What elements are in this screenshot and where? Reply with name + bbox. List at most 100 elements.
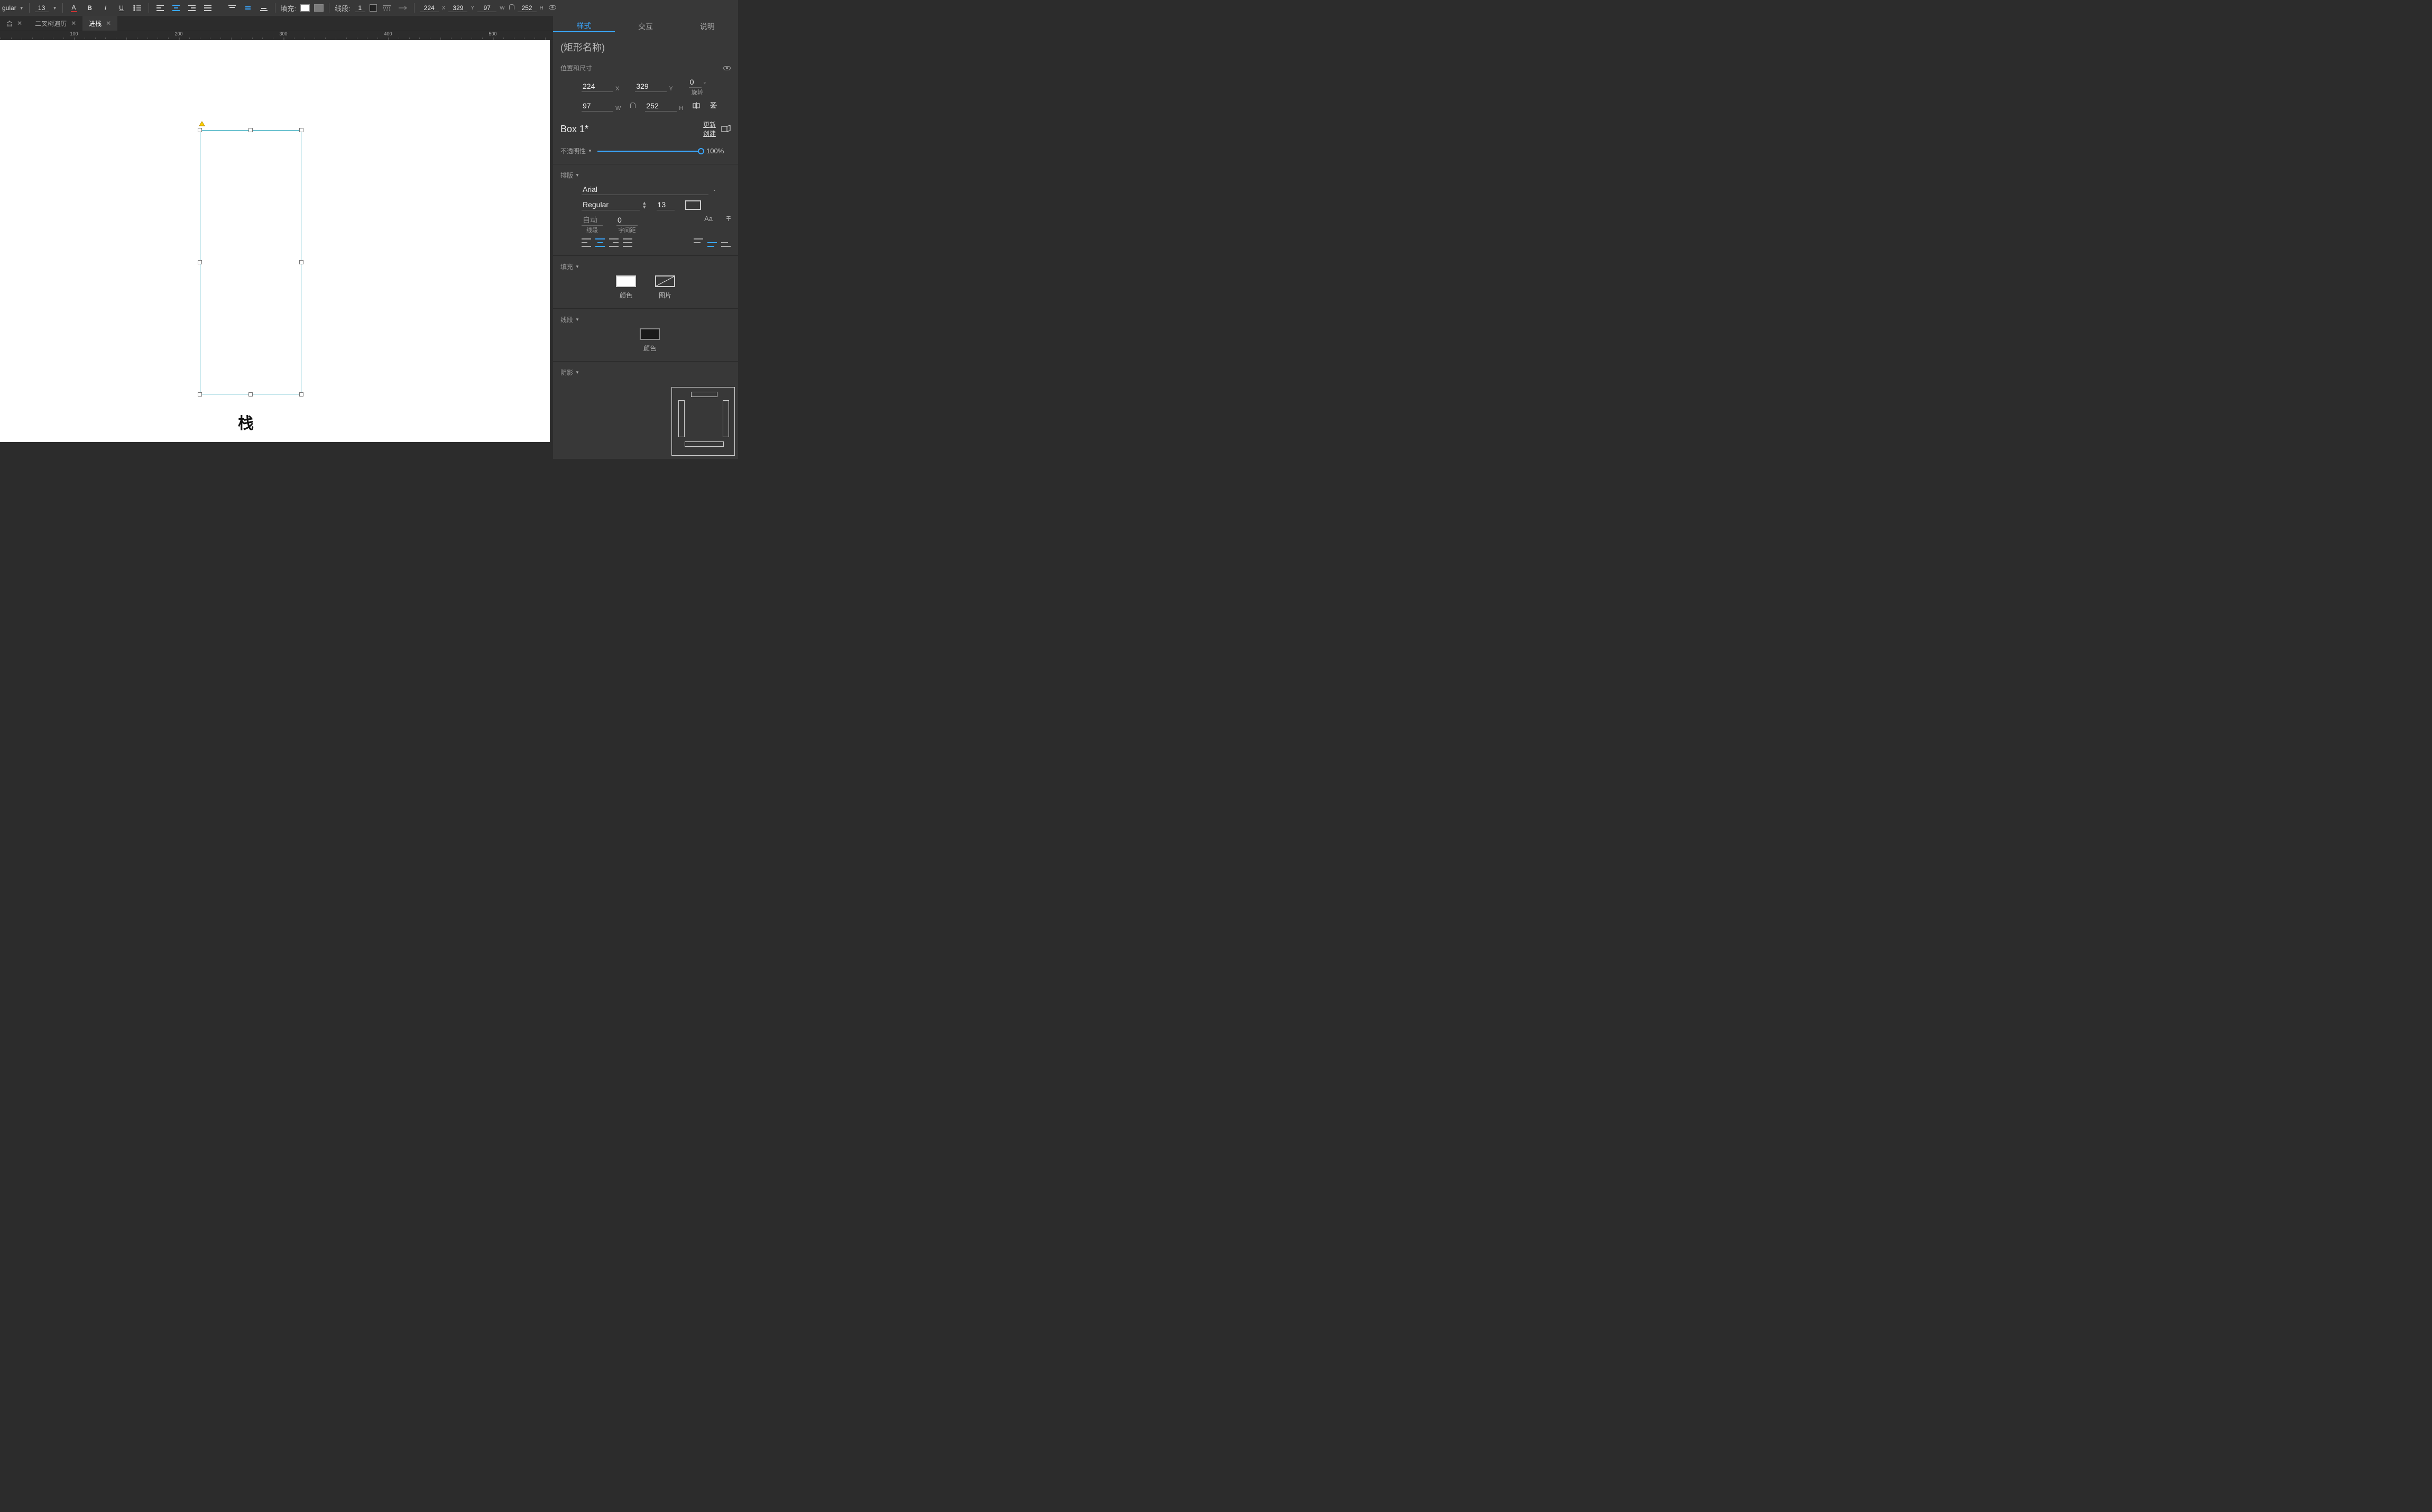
lock-icon[interactable]: [509, 4, 514, 10]
pos-x-input[interactable]: [582, 81, 613, 92]
align-justify-button[interactable]: [202, 2, 214, 14]
text-valign-middle[interactable]: [707, 238, 717, 247]
resize-handle-n[interactable]: [248, 128, 253, 132]
component-update-link[interactable]: 更新: [703, 120, 716, 129]
text-valign-bottom[interactable]: [721, 238, 731, 247]
fill-color-swatch[interactable]: [300, 4, 310, 12]
caret-down-icon[interactable]: ▼: [53, 6, 57, 11]
line-height-label: 线段: [586, 226, 598, 234]
lock-icon[interactable]: [630, 103, 635, 108]
section-shadow: 阴影 ▼: [553, 364, 738, 383]
text-align-right[interactable]: [609, 238, 619, 247]
flip-vertical-button[interactable]: [710, 102, 717, 110]
line-width-input[interactable]: [355, 4, 365, 12]
visibility-toggle[interactable]: [723, 64, 731, 72]
pos-y-input[interactable]: [635, 81, 667, 92]
resize-handle-sw[interactable]: [198, 392, 202, 397]
text-align-left[interactable]: [582, 238, 591, 247]
panel-tab-style[interactable]: 样式: [553, 19, 615, 32]
line-color-swatch[interactable]: [370, 4, 377, 12]
text-align-center[interactable]: [595, 238, 605, 247]
italic-button[interactable]: I: [100, 2, 112, 14]
tab-label: 合: [6, 19, 13, 28]
bullet-list-button[interactable]: [132, 2, 143, 14]
resize-handle-e[interactable]: [299, 260, 303, 264]
canvas-area[interactable]: 栈: [0, 40, 553, 459]
bold-button[interactable]: B: [84, 2, 96, 14]
tab-item[interactable]: 合 ✕: [0, 16, 29, 31]
stepper-icon[interactable]: ▴▾: [643, 201, 646, 209]
slider-knob[interactable]: [698, 148, 704, 154]
component-create-link[interactable]: 创建: [703, 129, 716, 138]
text-valign-top[interactable]: [694, 238, 703, 247]
font-family-select[interactable]: [582, 184, 708, 195]
fill-color-label: 颜色: [616, 291, 636, 300]
strikethrough-button[interactable]: T: [726, 215, 731, 223]
text-box-icon[interactable]: [685, 200, 701, 210]
opacity-slider[interactable]: [597, 151, 701, 152]
caret-down-icon[interactable]: ⌄: [713, 187, 716, 192]
resize-handle-w[interactable]: [198, 260, 202, 264]
letter-spacing-input[interactable]: [616, 215, 638, 226]
close-icon[interactable]: ✕: [17, 20, 22, 27]
text-case-button[interactable]: Aa: [704, 215, 713, 223]
resize-handle-se[interactable]: [299, 392, 303, 397]
font-weight-dropdown[interactable]: gular ▼: [2, 4, 24, 12]
section-title: 线段: [560, 315, 573, 324]
anchor-marker[interactable]: [199, 121, 205, 130]
size-w-input[interactable]: [582, 100, 613, 112]
minimap-overlay[interactable]: [671, 387, 735, 456]
valign-middle-button[interactable]: [242, 2, 254, 14]
section-title: 位置和尺寸: [560, 63, 592, 72]
rotation-input[interactable]: [689, 77, 702, 88]
flip-horizontal-button[interactable]: [693, 102, 700, 110]
resize-handle-ne[interactable]: [299, 128, 303, 132]
section-line: 线段 ▼ 颜色: [553, 311, 738, 359]
font-size-input[interactable]: [35, 4, 49, 12]
panel-tab-notes[interactable]: 说明: [676, 19, 738, 32]
underline-button[interactable]: U: [116, 2, 127, 14]
fill-image-swatch[interactable]: [655, 275, 675, 287]
canvas-page[interactable]: 栈: [0, 40, 550, 442]
line-height-input[interactable]: [582, 215, 603, 226]
visibility-toggle[interactable]: [548, 5, 557, 11]
x-input[interactable]: [420, 4, 439, 12]
fill-color-swatch-2[interactable]: [314, 4, 324, 12]
line-style-button[interactable]: [381, 2, 393, 14]
tab-item[interactable]: 进栈 ✕: [82, 16, 117, 31]
geometry-readout: X Y W H: [420, 4, 558, 12]
valign-top-button[interactable]: [226, 2, 238, 14]
size-h-input[interactable]: [645, 100, 677, 112]
line-color-label: 颜色: [640, 344, 660, 353]
text-color-button[interactable]: A: [68, 2, 80, 14]
component-edit-icon[interactable]: [721, 124, 731, 134]
fill-color-swatch[interactable]: [616, 275, 636, 287]
resize-handle-s[interactable]: [248, 392, 253, 397]
close-icon[interactable]: ✕: [106, 20, 111, 27]
font-weight-select[interactable]: [582, 199, 640, 210]
align-center-button[interactable]: [170, 2, 182, 14]
caret-down-icon: ▼: [20, 6, 24, 11]
text-align-justify[interactable]: [623, 238, 632, 247]
valign-bottom-button[interactable]: [258, 2, 270, 14]
section-title: 排版: [560, 171, 573, 180]
ruler-mark: 400: [384, 31, 392, 36]
tab-label: 二叉树遍历: [35, 19, 67, 28]
panel-tab-interaction[interactable]: 交互: [615, 19, 677, 32]
selected-shape[interactable]: [200, 130, 301, 394]
line-color-swatch[interactable]: [640, 328, 660, 340]
shape-name[interactable]: (矩形名称): [553, 35, 738, 59]
w-input[interactable]: [477, 4, 496, 12]
line-label: 线段:: [335, 3, 351, 13]
align-left-button[interactable]: [154, 2, 166, 14]
arrow-style-button[interactable]: [397, 2, 409, 14]
opacity-label: 不透明性: [560, 146, 586, 155]
h-input[interactable]: [518, 4, 537, 12]
y-input[interactable]: [448, 4, 467, 12]
stack-label: 栈: [238, 410, 254, 434]
align-right-button[interactable]: [186, 2, 198, 14]
fill-label: 填充:: [281, 3, 297, 13]
tab-item[interactable]: 二叉树遍历 ✕: [29, 16, 82, 31]
close-icon[interactable]: ✕: [71, 20, 76, 27]
font-size-input[interactable]: [657, 199, 675, 210]
